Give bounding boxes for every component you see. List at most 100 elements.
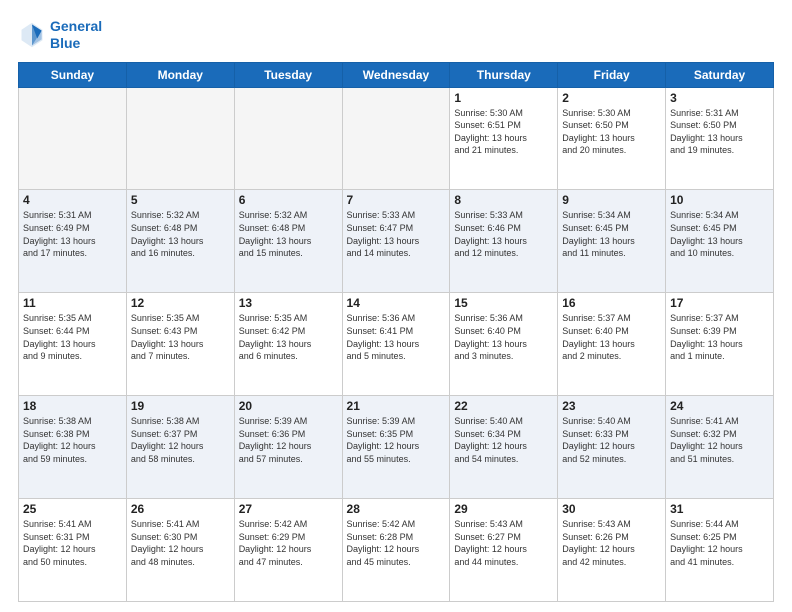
calendar-cell: 8 Sunrise: 5:33 AM Sunset: 6:46 PM Daylig…: [450, 190, 558, 293]
day-info: Sunrise: 5:43 AM Sunset: 6:27 PM Dayligh…: [454, 518, 553, 568]
day-info: Sunrise: 5:32 AM Sunset: 6:48 PM Dayligh…: [239, 209, 338, 259]
logo: General Blue: [18, 18, 102, 52]
calendar-cell: 6 Sunrise: 5:32 AM Sunset: 6:48 PM Daylig…: [234, 190, 342, 293]
day-info: Sunrise: 5:37 AM Sunset: 6:39 PM Dayligh…: [670, 312, 769, 362]
calendar-cell: 18 Sunrise: 5:38 AM Sunset: 6:38 PM Dayli…: [19, 396, 127, 499]
day-info: Sunrise: 5:38 AM Sunset: 6:37 PM Dayligh…: [131, 415, 230, 465]
day-number: 4: [23, 193, 122, 207]
calendar-cell: 24 Sunrise: 5:41 AM Sunset: 6:32 PM Dayli…: [666, 396, 774, 499]
day-info: Sunrise: 5:40 AM Sunset: 6:33 PM Dayligh…: [562, 415, 661, 465]
day-info: Sunrise: 5:38 AM Sunset: 6:38 PM Dayligh…: [23, 415, 122, 465]
page: General Blue SundayMondayTuesdayWednesda…: [0, 0, 792, 612]
calendar-header-row: SundayMondayTuesdayWednesdayThursdayFrid…: [19, 62, 774, 87]
day-number: 18: [23, 399, 122, 413]
day-info: Sunrise: 5:32 AM Sunset: 6:48 PM Dayligh…: [131, 209, 230, 259]
calendar-cell: 21 Sunrise: 5:39 AM Sunset: 6:35 PM Dayli…: [342, 396, 450, 499]
calendar-cell: 9 Sunrise: 5:34 AM Sunset: 6:45 PM Daylig…: [558, 190, 666, 293]
calendar-week-4: 18 Sunrise: 5:38 AM Sunset: 6:38 PM Dayli…: [19, 396, 774, 499]
calendar-cell: 17 Sunrise: 5:37 AM Sunset: 6:39 PM Dayli…: [666, 293, 774, 396]
day-number: 17: [670, 296, 769, 310]
day-info: Sunrise: 5:36 AM Sunset: 6:40 PM Dayligh…: [454, 312, 553, 362]
day-number: 3: [670, 91, 769, 105]
day-number: 14: [347, 296, 446, 310]
day-info: Sunrise: 5:42 AM Sunset: 6:29 PM Dayligh…: [239, 518, 338, 568]
day-info: Sunrise: 5:41 AM Sunset: 6:32 PM Dayligh…: [670, 415, 769, 465]
day-header-friday: Friday: [558, 62, 666, 87]
day-number: 30: [562, 502, 661, 516]
day-number: 5: [131, 193, 230, 207]
day-number: 11: [23, 296, 122, 310]
calendar-cell: 1 Sunrise: 5:30 AM Sunset: 6:51 PM Daylig…: [450, 87, 558, 190]
day-info: Sunrise: 5:42 AM Sunset: 6:28 PM Dayligh…: [347, 518, 446, 568]
calendar-cell: 15 Sunrise: 5:36 AM Sunset: 6:40 PM Dayli…: [450, 293, 558, 396]
day-info: Sunrise: 5:39 AM Sunset: 6:36 PM Dayligh…: [239, 415, 338, 465]
header: General Blue: [18, 18, 774, 52]
day-header-saturday: Saturday: [666, 62, 774, 87]
day-number: 2: [562, 91, 661, 105]
day-info: Sunrise: 5:33 AM Sunset: 6:47 PM Dayligh…: [347, 209, 446, 259]
day-info: Sunrise: 5:33 AM Sunset: 6:46 PM Dayligh…: [454, 209, 553, 259]
day-info: Sunrise: 5:39 AM Sunset: 6:35 PM Dayligh…: [347, 415, 446, 465]
day-info: Sunrise: 5:35 AM Sunset: 6:42 PM Dayligh…: [239, 312, 338, 362]
calendar-cell: 3Sunrise: 5:31 AM Sunset: 6:50 PM Daylig…: [666, 87, 774, 190]
day-number: 22: [454, 399, 553, 413]
day-number: 1: [454, 91, 553, 105]
day-number: 27: [239, 502, 338, 516]
calendar-cell: [126, 87, 234, 190]
day-header-wednesday: Wednesday: [342, 62, 450, 87]
calendar-cell: 4Sunrise: 5:31 AM Sunset: 6:49 PM Daylig…: [19, 190, 127, 293]
calendar-cell: 19 Sunrise: 5:38 AM Sunset: 6:37 PM Dayli…: [126, 396, 234, 499]
day-number: 9: [562, 193, 661, 207]
day-header-tuesday: Tuesday: [234, 62, 342, 87]
day-number: 26: [131, 502, 230, 516]
day-info: Sunrise: 5:35 AM Sunset: 6:44 PM Dayligh…: [23, 312, 122, 362]
logo-icon: [18, 21, 46, 49]
day-number: 23: [562, 399, 661, 413]
calendar-cell: 16 Sunrise: 5:37 AM Sunset: 6:40 PM Dayli…: [558, 293, 666, 396]
calendar-cell: 26Sunrise: 5:41 AM Sunset: 6:30 PM Dayli…: [126, 499, 234, 602]
day-number: 8: [454, 193, 553, 207]
calendar-cell: 2 Sunrise: 5:30 AM Sunset: 6:50 PM Daylig…: [558, 87, 666, 190]
calendar-cell: 7Sunrise: 5:33 AM Sunset: 6:47 PM Daylig…: [342, 190, 450, 293]
calendar-cell: 14 Sunrise: 5:36 AM Sunset: 6:41 PM Dayli…: [342, 293, 450, 396]
day-number: 6: [239, 193, 338, 207]
calendar-cell: 25Sunrise: 5:41 AM Sunset: 6:31 PM Dayli…: [19, 499, 127, 602]
day-info: Sunrise: 5:34 AM Sunset: 6:45 PM Dayligh…: [670, 209, 769, 259]
calendar-cell: 30 Sunrise: 5:43 AM Sunset: 6:26 PM Dayli…: [558, 499, 666, 602]
calendar-table: SundayMondayTuesdayWednesdayThursdayFrid…: [18, 62, 774, 602]
day-info: Sunrise: 5:36 AM Sunset: 6:41 PM Dayligh…: [347, 312, 446, 362]
day-number: 24: [670, 399, 769, 413]
calendar-cell: [234, 87, 342, 190]
day-number: 28: [347, 502, 446, 516]
calendar-cell: 5 Sunrise: 5:32 AM Sunset: 6:48 PM Daylig…: [126, 190, 234, 293]
day-header-thursday: Thursday: [450, 62, 558, 87]
day-number: 19: [131, 399, 230, 413]
day-info: Sunrise: 5:34 AM Sunset: 6:45 PM Dayligh…: [562, 209, 661, 259]
day-info: Sunrise: 5:30 AM Sunset: 6:51 PM Dayligh…: [454, 107, 553, 157]
calendar-cell: 13Sunrise: 5:35 AM Sunset: 6:42 PM Dayli…: [234, 293, 342, 396]
calendar-cell: 27 Sunrise: 5:42 AM Sunset: 6:29 PM Dayli…: [234, 499, 342, 602]
day-number: 25: [23, 502, 122, 516]
calendar-cell: 23 Sunrise: 5:40 AM Sunset: 6:33 PM Dayli…: [558, 396, 666, 499]
day-header-sunday: Sunday: [19, 62, 127, 87]
day-number: 21: [347, 399, 446, 413]
day-info: Sunrise: 5:43 AM Sunset: 6:26 PM Dayligh…: [562, 518, 661, 568]
day-header-monday: Monday: [126, 62, 234, 87]
calendar-cell: 10Sunrise: 5:34 AM Sunset: 6:45 PM Dayli…: [666, 190, 774, 293]
day-info: Sunrise: 5:40 AM Sunset: 6:34 PM Dayligh…: [454, 415, 553, 465]
day-number: 20: [239, 399, 338, 413]
day-info: Sunrise: 5:37 AM Sunset: 6:40 PM Dayligh…: [562, 312, 661, 362]
calendar-cell: 28 Sunrise: 5:42 AM Sunset: 6:28 PM Dayli…: [342, 499, 450, 602]
day-number: 15: [454, 296, 553, 310]
calendar-week-2: 4Sunrise: 5:31 AM Sunset: 6:49 PM Daylig…: [19, 190, 774, 293]
day-number: 16: [562, 296, 661, 310]
calendar-cell: 31Sunrise: 5:44 AM Sunset: 6:25 PM Dayli…: [666, 499, 774, 602]
calendar-week-5: 25Sunrise: 5:41 AM Sunset: 6:31 PM Dayli…: [19, 499, 774, 602]
calendar-cell: 11 Sunrise: 5:35 AM Sunset: 6:44 PM Dayli…: [19, 293, 127, 396]
day-number: 31: [670, 502, 769, 516]
logo-text: General Blue: [50, 18, 102, 52]
day-number: 12: [131, 296, 230, 310]
calendar-cell: [342, 87, 450, 190]
calendar-week-1: 1 Sunrise: 5:30 AM Sunset: 6:51 PM Daylig…: [19, 87, 774, 190]
day-info: Sunrise: 5:30 AM Sunset: 6:50 PM Dayligh…: [562, 107, 661, 157]
